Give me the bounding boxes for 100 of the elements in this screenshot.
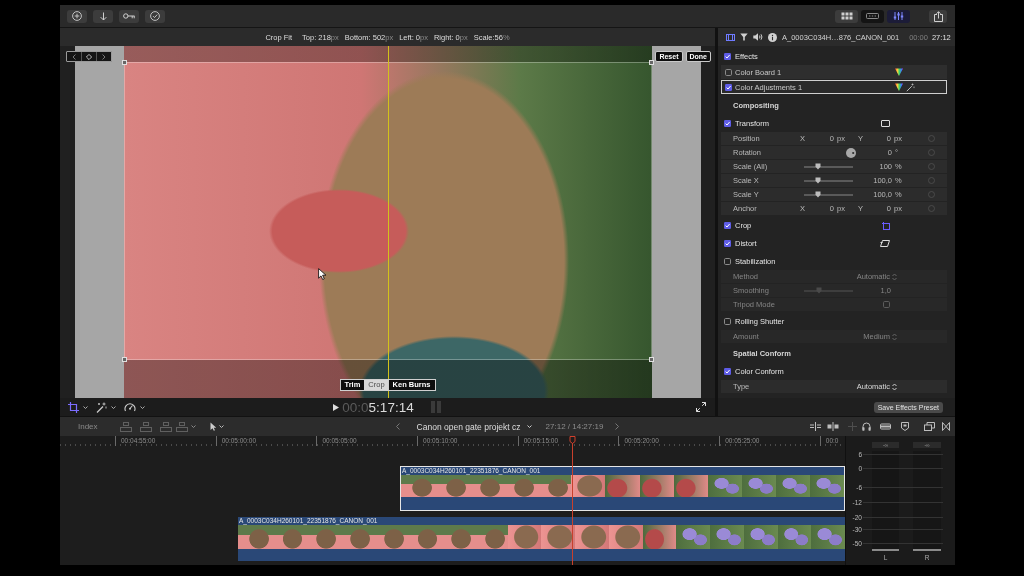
fullscreen-icon[interactable] (696, 402, 706, 412)
down-arrow-button[interactable] (93, 9, 113, 23)
clip-strip-icon[interactable] (880, 422, 891, 431)
video-thumbnail (571, 475, 606, 497)
clip-stack-icon (175, 421, 188, 432)
project-duration: 27:12 / 14:27:19 (545, 422, 604, 431)
video-thumbnail (811, 525, 845, 549)
clip-stack-icon[interactable] (159, 421, 172, 432)
video-thumbnail (639, 475, 674, 497)
headphones-icon[interactable] (862, 422, 871, 431)
video-thumbnail (474, 525, 508, 549)
video-thumbnail (809, 475, 844, 497)
caret-icon (111, 405, 116, 409)
chevron-left-icon[interactable] (395, 423, 400, 430)
video-thumbnail (372, 525, 407, 549)
cursor-icon (318, 268, 326, 280)
audio-meter-icon (430, 401, 441, 413)
grid-icon (840, 12, 853, 20)
project-menu-button[interactable]: Canon open gate projekt cz (416, 421, 532, 432)
video-thumbnail (401, 475, 436, 497)
stacked-windows-icon[interactable] (924, 422, 935, 431)
split-bars-icon[interactable] (827, 422, 839, 431)
magic-wand-icon (96, 401, 107, 413)
chevron-left-icon (72, 53, 76, 60)
video-thumbnail (673, 475, 708, 497)
video-thumbnail (608, 525, 643, 549)
video-thumbnail (541, 525, 576, 549)
crop-tool-button[interactable] (68, 401, 88, 413)
updown-chevron-icon (892, 382, 897, 391)
caret-icon (83, 405, 88, 409)
speaker-icon[interactable] (753, 33, 763, 41)
video-thumbnail (605, 475, 640, 497)
updown-chevron-icon (892, 272, 897, 281)
video-thumbnail (775, 475, 810, 497)
slider-thumb[interactable] (814, 177, 821, 184)
share-icon (933, 10, 943, 22)
dotted-bar-icon (866, 13, 879, 19)
slider-thumb[interactable] (814, 191, 821, 198)
cross-lines-icon[interactable] (810, 422, 821, 431)
diamond-icon (86, 53, 92, 60)
caret-icon (218, 425, 224, 428)
slider-thumb[interactable] (815, 287, 822, 294)
pointer-icon (209, 422, 216, 431)
speedometer-icon (124, 401, 136, 413)
crop-icon (68, 401, 79, 413)
video-thumbnail (676, 525, 711, 549)
caret-icon (526, 425, 532, 428)
key-icon (123, 13, 135, 19)
clip-stack-icon[interactable] (119, 421, 132, 432)
checkbox[interactable] (725, 68, 732, 76)
share-button[interactable] (929, 9, 947, 23)
checkbox[interactable] (883, 301, 890, 308)
chevron-right-icon (102, 53, 106, 60)
speed-tool-button[interactable] (124, 401, 145, 413)
grid-view-button[interactable] (835, 9, 858, 23)
video-thumbnail (642, 525, 677, 549)
playhead[interactable] (569, 436, 576, 565)
caret-icon (140, 405, 145, 409)
rectangle-icon[interactable] (881, 120, 890, 127)
dial-icon[interactable] (846, 147, 856, 158)
video-thumbnail (537, 475, 572, 497)
play-icon[interactable] (333, 403, 340, 411)
enhance-tool-button[interactable] (96, 401, 116, 413)
updown-chevron-icon (892, 332, 897, 341)
film-icon[interactable] (726, 33, 735, 41)
video-thumbnail (238, 525, 272, 549)
index-button[interactable]: Index (78, 422, 98, 431)
checkmark-circle-icon (150, 11, 160, 21)
magic-wand-icon[interactable] (906, 82, 915, 92)
video-thumbnail (271, 525, 306, 549)
plus-button[interactable] (67, 9, 87, 23)
video-thumbnail (707, 475, 742, 497)
bowtie-icon[interactable] (942, 422, 950, 431)
info-icon[interactable] (768, 32, 777, 42)
crop-icon[interactable] (882, 221, 890, 230)
down-arrow-icon (99, 11, 107, 21)
video-thumbnail (777, 525, 812, 549)
tool-select-button[interactable] (209, 422, 224, 431)
slider-thumb[interactable] (814, 163, 821, 170)
sliders-icon (893, 12, 904, 20)
checkbox[interactable] (724, 258, 731, 265)
video-thumbnail (741, 475, 776, 497)
timeline-view-button[interactable] (861, 9, 884, 23)
clip-edit-button[interactable] (175, 421, 196, 432)
video-thumbnail (507, 525, 542, 549)
funnel-icon[interactable] (740, 33, 748, 41)
plus-circle-icon (72, 11, 82, 21)
parallelogram-icon[interactable] (880, 240, 890, 247)
video-thumbnail (710, 525, 744, 549)
tag-icon[interactable] (901, 422, 909, 431)
inspector-view-button[interactable] (887, 9, 910, 23)
chevron-right-icon[interactable] (615, 423, 620, 430)
video-thumbnail (406, 525, 441, 549)
key-button[interactable] (119, 9, 139, 23)
checkbox[interactable] (725, 83, 732, 91)
checkbox[interactable] (724, 318, 731, 325)
checkmark-button[interactable] (145, 9, 165, 23)
clip-stack-icon[interactable] (139, 421, 152, 432)
video-thumbnail (743, 525, 778, 549)
crop-frame[interactable] (124, 62, 652, 360)
